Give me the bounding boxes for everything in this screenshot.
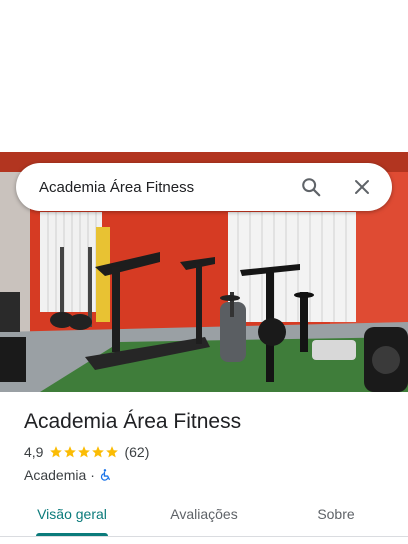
close-button[interactable] <box>346 171 378 203</box>
search-bar[interactable]: Academia Área Fitness <box>16 163 392 211</box>
star-icon <box>92 446 105 458</box>
separator-dot: · <box>90 467 95 483</box>
star-icon <box>50 446 63 458</box>
tab-about[interactable]: Sobre <box>288 496 384 532</box>
tabs-divider <box>0 536 408 537</box>
category-row: Academia · <box>24 465 394 485</box>
star-icon <box>64 446 77 458</box>
star-icon <box>78 446 91 458</box>
star-rating <box>49 445 119 459</box>
search-icon <box>302 178 321 197</box>
wheelchair-icon <box>100 469 110 481</box>
search-button[interactable] <box>295 171 327 203</box>
place-info: Academia Área Fitness 4,9 (62) Academia … <box>24 408 394 485</box>
place-tabs: Visão geral Avaliações Sobre <box>0 496 408 536</box>
close-icon <box>355 180 369 194</box>
rating-row[interactable]: 4,9 (62) <box>24 442 394 462</box>
search-query-text[interactable]: Academia Área Fitness <box>39 179 295 196</box>
star-icon <box>106 446 119 458</box>
place-category: Academia <box>24 467 87 483</box>
place-title: Academia Área Fitness <box>24 410 242 433</box>
tab-overview[interactable]: Visão geral <box>24 496 120 532</box>
tab-reviews[interactable]: Avaliações <box>156 496 252 532</box>
review-count[interactable]: (62) <box>124 444 149 460</box>
blank-area <box>0 0 408 152</box>
rating-value: 4,9 <box>24 444 44 460</box>
